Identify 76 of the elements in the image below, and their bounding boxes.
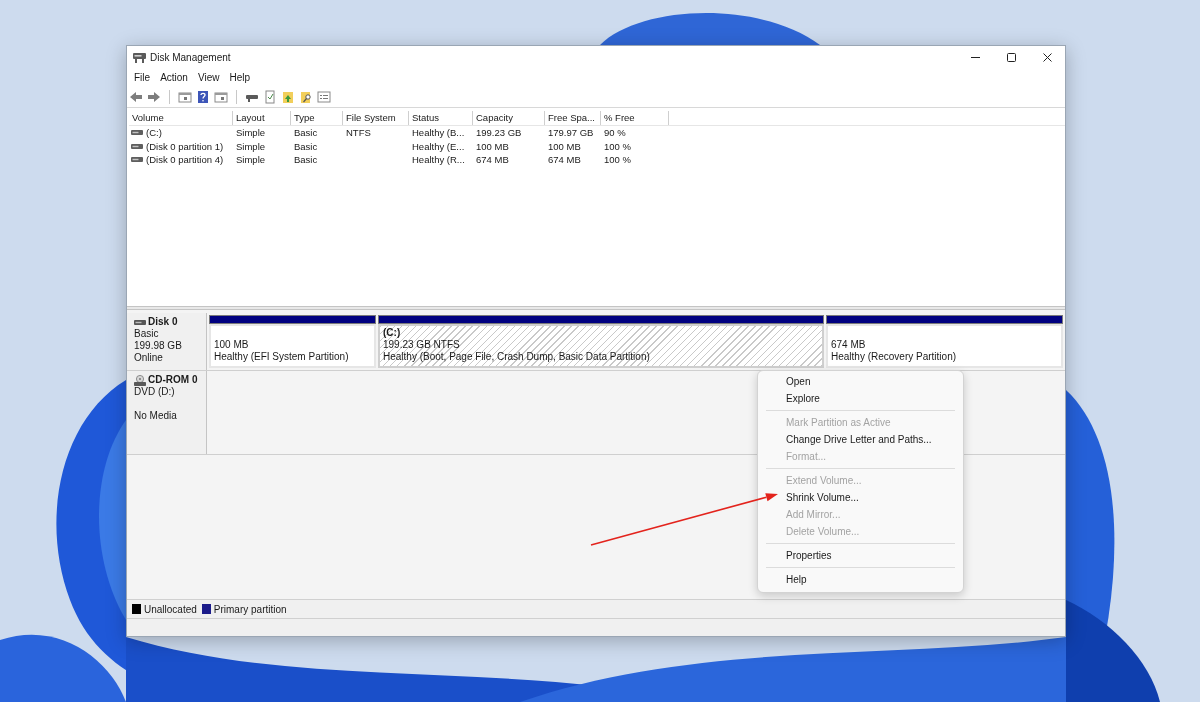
menu-item[interactable]: Explore [758,390,963,407]
column-header[interactable]: Volume [129,111,233,125]
cd-drive-icon [134,374,146,386]
table-cell-text: Healthy (B... [411,126,466,140]
table-cell-text: 100 % [603,139,632,153]
partition-size: 674 MB [831,339,866,351]
column-header[interactable]: Free Spa... [545,111,601,125]
table-cell-text: Basic [293,153,319,167]
maximize-icon [1006,53,1016,62]
list-window-icon[interactable] [317,90,331,104]
menu-item[interactable]: Open [758,373,963,390]
partition-size: 100 MB [214,339,249,351]
table-cell-text: Simple [235,126,267,140]
back-arrow-icon[interactable] [129,90,143,104]
disk-name: CD-ROM 0 [148,374,198,386]
drive-icon [131,143,143,149]
window-title: Disk Management [150,51,231,64]
table-cell-text: NTFS [345,126,372,140]
partition-block[interactable]: 100 MB Healthy (EFI System Partition) [209,324,376,368]
partition-status: Healthy (EFI System Partition) [214,351,349,363]
drive-icon [131,157,143,163]
column-header[interactable]: File System [343,111,409,125]
window-icon[interactable] [214,90,228,104]
forward-arrow-icon[interactable] [147,90,161,104]
table-cell-text: 90 % [603,126,627,140]
column-header[interactable]: Status [409,111,473,125]
checked-page-icon[interactable] [263,90,277,104]
menu-item[interactable]: Help [758,571,963,588]
help-icon[interactable] [196,90,210,104]
close-icon [1042,53,1052,62]
column-header[interactable]: Layout [233,111,291,125]
partition-label: (C:) [383,327,401,339]
partition-size: 199.23 GB NTFS [383,339,460,351]
disk-status: No Media [134,410,178,422]
partition-block[interactable]: 674 MB Healthy (Recovery Partition) [826,324,1063,368]
window-icon[interactable] [178,90,192,104]
legend-label: Primary partition [213,602,287,617]
table-cell-text: 100 % [603,153,632,167]
table-cell: (Disk 0 partition 1) [146,139,224,153]
partition-block[interactable]: (C:) 199.23 GB NTFS Healthy (Boot, Page File, Crash Dump, Basic Data Partition) [378,324,824,368]
table-cell-text: Healthy (R... [411,153,466,167]
table-cell-text: 674 MB [547,153,582,167]
menu-item[interactable]: File [129,71,156,85]
column-header[interactable]: Capacity [473,111,545,125]
menu-item[interactable]: Action [155,71,193,85]
column-header[interactable]: % Free [601,111,669,125]
menu-item[interactable]: Change Drive Letter and Paths... [758,431,963,448]
legend-label: Unallocated [144,602,197,617]
table-cell-text: 100 MB [475,139,510,153]
table-cell-text: 674 MB [475,153,510,167]
table-cell-text: Basic [293,139,319,153]
menu-item[interactable]: Help [224,71,255,85]
table-cell: (C:) [146,126,162,140]
menu-item[interactable]: Shrink Volume... [758,489,963,506]
table-cell: (Disk 0 partition 4) [146,153,224,167]
disk-size: 199.98 GB [134,340,183,352]
table-cell-text: 179.97 GB [547,126,595,140]
table-cell-text: Simple [235,139,267,153]
partition-status: Healthy (Recovery Partition) [831,351,957,363]
disk-name: Disk 0 [148,316,178,328]
table-cell-text: Simple [235,153,267,167]
folder-search-icon[interactable] [299,90,313,104]
menu-item[interactable]: View [192,71,225,85]
disk-type: Basic [134,328,160,340]
partition-status: Healthy (Boot, Page File, Crash Dump, Basic Data Partition) [383,351,650,363]
disk-status: Online [134,352,164,364]
column-header[interactable]: Type [291,111,343,125]
table-cell-text: Healthy (E... [411,139,466,153]
table-cell-text: 199.23 GB [475,126,523,140]
table-cell-text: 100 MB [547,139,582,153]
disk-management-icon [133,52,146,63]
table-cell-text: Basic [293,126,319,140]
menu-item[interactable]: Properties [758,547,963,564]
drive-icon [131,130,143,136]
disk-type: DVD (D:) [134,386,176,398]
minimize-icon [970,57,980,58]
